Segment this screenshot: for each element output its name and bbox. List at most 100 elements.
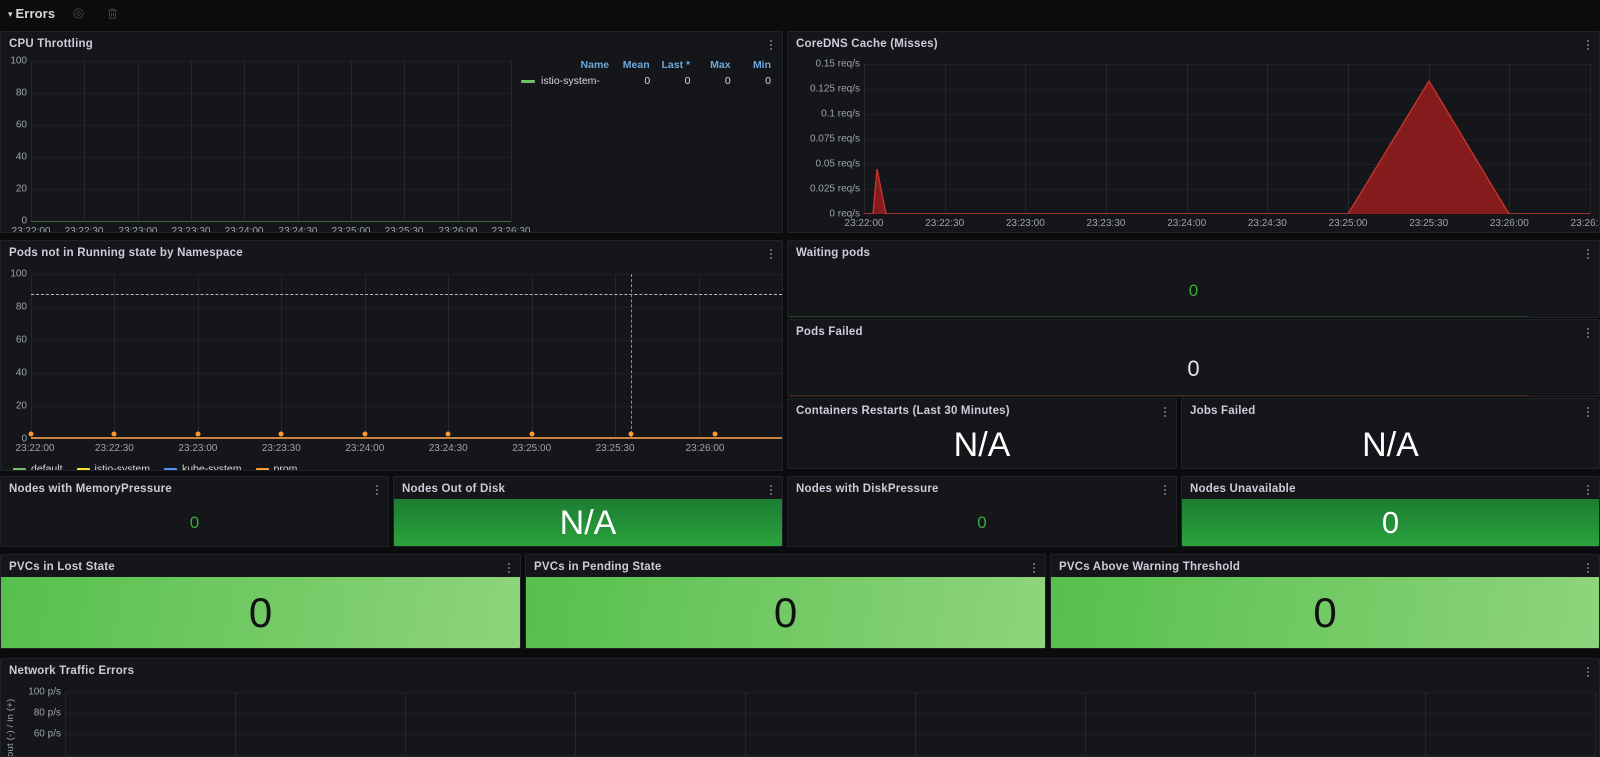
y-tick: 80 (15, 87, 27, 99)
panel-menu-icon[interactable] (1158, 481, 1172, 499)
coredns-cache-chart: 0.15 req/s 0.125 req/s 0.1 req/s 0.075 r… (788, 54, 1599, 232)
series-point (445, 431, 451, 437)
series-color-swatch (163, 467, 177, 470)
legend-col-name[interactable]: Name (513, 59, 613, 71)
panel-menu-icon[interactable] (1581, 36, 1595, 54)
panel-menu-icon[interactable] (1158, 403, 1172, 421)
panel-pods-failed[interactable]: Pods Failed 0 (787, 319, 1600, 397)
legend-label: kube-system (181, 463, 242, 471)
network-traffic-errors-chart: out (-) / in (+) 100 p/s 80 p/s 60 p/s (1, 681, 1599, 756)
panel-nodes-out-of-disk[interactable]: Nodes Out of Disk N/A (393, 476, 783, 547)
stat-body: N/A (788, 421, 1176, 468)
panel-menu-icon[interactable] (764, 36, 778, 54)
panel-menu-icon[interactable] (1581, 245, 1595, 263)
panel-cpu-throttling[interactable]: CPU Throttling 100 80 60 40 20 0 23:22:0… (0, 31, 783, 233)
legend-series-label: istio-system- (541, 75, 600, 87)
stat-value: N/A (953, 425, 1011, 464)
y-tick: 20 (15, 400, 27, 412)
x-axis-ticks: 23:22:00 23:22:30 23:23:00 23:23:30 23:2… (12, 226, 531, 233)
panel-title: Waiting pods (796, 247, 871, 259)
panel-title: Nodes Unavailable (1190, 483, 1296, 495)
x-tick: 23:23:30 (261, 443, 301, 454)
legend-item-istio-system[interactable]: istio-system (76, 463, 150, 470)
legend-item-prom[interactable]: prom (255, 463, 298, 471)
panel-containers-restarts[interactable]: Containers Restarts (Last 30 Minutes) N/… (787, 398, 1177, 469)
legend-col-max[interactable]: Max (694, 59, 734, 71)
panel-menu-icon[interactable] (1027, 559, 1041, 577)
stat-value: 0 (773, 588, 798, 636)
x-tick: 23:23:30 (1086, 218, 1126, 229)
y-tick: 80 p/s (33, 707, 61, 719)
series-color-swatch (76, 467, 90, 470)
series-point (712, 431, 718, 437)
x-tick: 23:26:00 (438, 226, 478, 233)
stat-body: 0 (788, 263, 1599, 317)
x-tick: 23:25:00 (331, 226, 371, 233)
cpu-throttling-chart: 100 80 60 40 20 0 23:22:00 23:22:30 23:2… (1, 54, 782, 233)
x-axis-ticks: 23:22:00 23:22:30 23:23:00 23:23:30 23:2… (16, 443, 782, 459)
panel-nodes-memorypressure[interactable]: Nodes with MemoryPressure 0 (0, 476, 389, 547)
legend-col-mean[interactable]: Mean (613, 59, 653, 71)
y-tick: 0.05 req/s (815, 158, 860, 170)
chart-legend[interactable]: default istio-system kube-system prom (13, 463, 298, 471)
y-tick: 60 p/s (33, 728, 61, 740)
legend-col-min[interactable]: Min (735, 59, 775, 71)
panel-network-traffic-errors[interactable]: Network Traffic Errors out (-) / in (+) … (0, 658, 1600, 757)
series-istio-system (31, 220, 511, 222)
cursor-line (631, 274, 632, 439)
y-axis-ticks: 100 80 60 40 20 0 (1, 54, 27, 232)
panel-menu-icon[interactable] (764, 245, 778, 263)
series-color-swatch (13, 467, 26, 470)
x-tick: 23:23:00 (178, 443, 218, 454)
dashboard-row-header[interactable]: ▾ Errors (0, 0, 1600, 27)
panel-menu-icon[interactable] (1581, 481, 1595, 499)
x-tick: 23:22:00 (11, 226, 51, 233)
panel-menu-icon[interactable] (502, 559, 516, 577)
panel-menu-icon[interactable] (1581, 324, 1595, 342)
legend-item-kube-system[interactable]: kube-system (163, 463, 242, 471)
sparkline-baseline (790, 395, 1529, 396)
panel-coredns-cache[interactable]: CoreDNS Cache (Misses) 0.15 req/s 0.125 … (787, 31, 1600, 233)
legend-table[interactable]: Name Mean Last * Max Min istio-system- 0… (513, 59, 775, 87)
panel-nodes-unavailable[interactable]: Nodes Unavailable 0 (1181, 476, 1600, 547)
panel-title: Nodes with MemoryPressure (9, 483, 172, 495)
panel-pvcs-pending[interactable]: PVCs in Pending State 0 (525, 554, 1046, 649)
legend-label: prom (273, 463, 298, 471)
stat-body: N/A (394, 499, 782, 546)
stat-body: 0 (1, 499, 388, 546)
stat-value: 0 (1381, 505, 1400, 540)
panel-nodes-diskpressure[interactable]: Nodes with DiskPressure 0 (787, 476, 1177, 547)
legend-series-name[interactable]: istio-system- (513, 75, 614, 87)
panel-menu-icon[interactable] (1581, 663, 1595, 681)
x-tick: 23:26:00 (1489, 218, 1529, 229)
panel-menu-icon[interactable] (1581, 403, 1595, 421)
series-color-swatch (255, 467, 269, 470)
sparkline-baseline (790, 316, 1529, 317)
panel-pods-not-running[interactable]: Pods not in Running state by Namespace 1… (0, 240, 783, 471)
chevron-down-icon[interactable]: ▾ (8, 10, 13, 19)
panel-pvcs-lost[interactable]: PVCs in Lost State 0 (0, 554, 521, 649)
legend-min-value: 0 (765, 75, 771, 87)
panel-jobs-failed[interactable]: Jobs Failed N/A (1181, 398, 1600, 469)
stat-value: 0 (1187, 356, 1200, 381)
x-tick: 23:24:30 (1247, 218, 1287, 229)
x-tick: 23:22:00 (844, 218, 884, 229)
panel-waiting-pods[interactable]: Waiting pods 0 (787, 240, 1600, 318)
legend-col-last[interactable]: Last * (654, 59, 694, 71)
y-tick: 0.125 req/s (809, 83, 860, 95)
y-tick: 20 (15, 183, 27, 195)
panel-menu-icon[interactable] (1581, 559, 1595, 577)
panel-menu-icon[interactable] (370, 481, 384, 499)
x-tick: 23:25:00 (512, 443, 552, 454)
cog-icon[interactable] (67, 3, 89, 25)
series-point (278, 431, 284, 437)
panel-pvcs-warning[interactable]: PVCs Above Warning Threshold 0 (1050, 554, 1600, 649)
legend-row[interactable]: istio-system- 0 0 0 0 (513, 75, 775, 87)
legend-last-value: 0 (684, 75, 691, 87)
trash-icon[interactable] (101, 3, 123, 25)
legend-item-default[interactable]: default (13, 463, 63, 470)
stat-value: 0 (189, 513, 200, 532)
stat-value: 0 (977, 513, 987, 532)
x-tick: 23:23:00 (1005, 218, 1045, 229)
panel-menu-icon[interactable] (764, 481, 778, 499)
